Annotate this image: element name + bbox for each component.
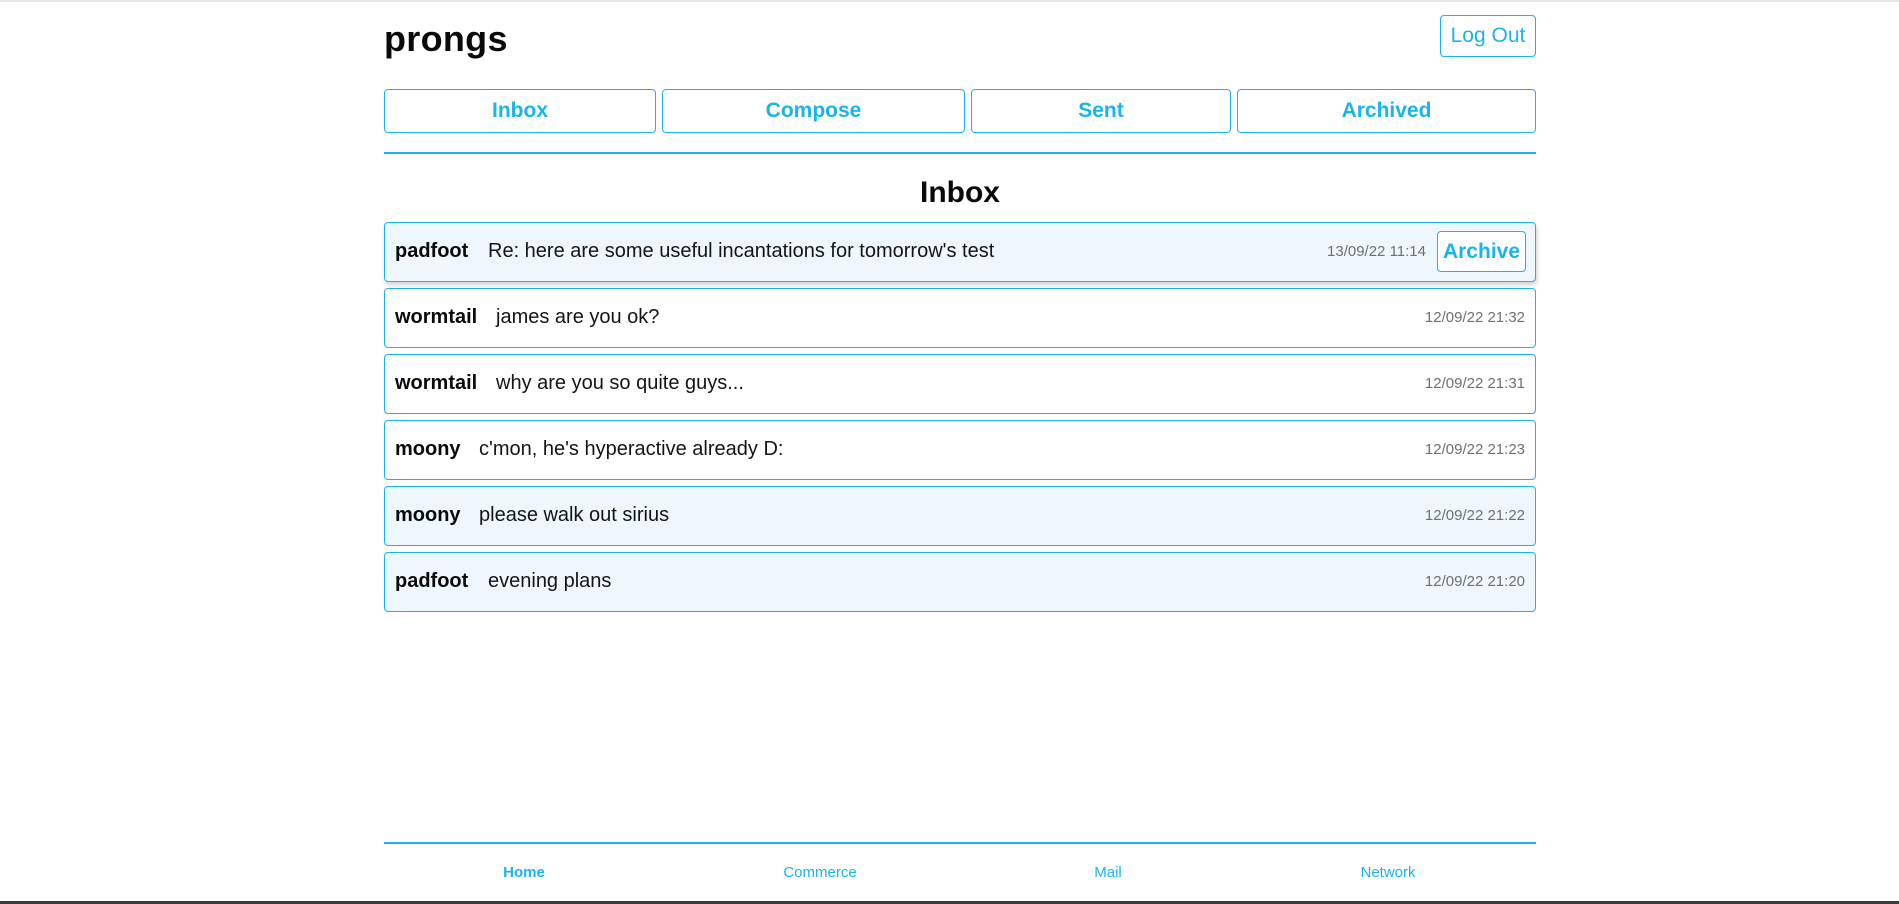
email-row[interactable]: wormtail why are you so quite guys... 12… [384, 354, 1536, 414]
email-sender: moony [395, 504, 461, 526]
email-row[interactable]: moony c'mon, he's hyperactive already D:… [384, 420, 1536, 480]
email-timestamp: 12/09/22 21:20 [1424, 573, 1525, 590]
footer-mail-link[interactable]: Mail [1094, 864, 1122, 881]
email-row[interactable]: padfoot Re: here are some useful incanta… [384, 222, 1536, 282]
email-sender: wormtail [395, 372, 478, 394]
email-timestamp: 12/09/22 21:23 [1424, 441, 1525, 458]
footer-network-link[interactable]: Network [1360, 864, 1415, 881]
nav-compose-button[interactable]: Compose [662, 89, 965, 133]
email-timestamp: 12/09/22 21:31 [1424, 375, 1525, 392]
footer-home-link[interactable]: Home [503, 864, 545, 881]
archive-button[interactable]: Archive [1437, 231, 1526, 272]
email-subject: please walk out sirius [479, 504, 670, 526]
header-divider [384, 152, 1536, 154]
email-sender: moony [395, 438, 461, 460]
footer-divider [384, 842, 1536, 844]
email-row[interactable]: wormtail james are you ok? 12/09/22 21:3… [384, 288, 1536, 348]
email-subject: james are you ok? [496, 306, 660, 328]
email-subject: evening plans [488, 570, 612, 592]
email-row[interactable]: padfoot evening plans 12/09/22 21:20 [384, 552, 1536, 612]
email-sender: padfoot [395, 240, 469, 262]
email-subject: c'mon, he's hyperactive already D: [479, 438, 784, 460]
logout-button[interactable]: Log Out [1440, 15, 1536, 57]
username-heading: prongs [384, 18, 508, 59]
mailbox-title: Inbox [920, 176, 1000, 209]
email-timestamp: 13/09/22 11:14 [1327, 243, 1426, 260]
nav-archived-button[interactable]: Archived [1237, 89, 1536, 133]
mail-nav: Inbox Compose Sent Archived [384, 89, 1536, 133]
nav-sent-button[interactable]: Sent [971, 89, 1231, 133]
email-sender: wormtail [395, 306, 478, 328]
email-subject: Re: here are some useful incantations fo… [488, 240, 995, 262]
footer-commerce-link[interactable]: Commerce [783, 864, 856, 881]
email-timestamp: 12/09/22 21:22 [1424, 507, 1525, 524]
email-timestamp: 12/09/22 21:32 [1424, 309, 1525, 326]
nav-inbox-button[interactable]: Inbox [384, 89, 656, 133]
email-sender: padfoot [395, 570, 469, 592]
email-row[interactable]: moony please walk out sirius 12/09/22 21… [384, 486, 1536, 546]
email-subject: why are you so quite guys... [496, 372, 744, 394]
app-container: prongs Log Out Inbox Compose Sent Archiv… [384, 0, 1536, 904]
